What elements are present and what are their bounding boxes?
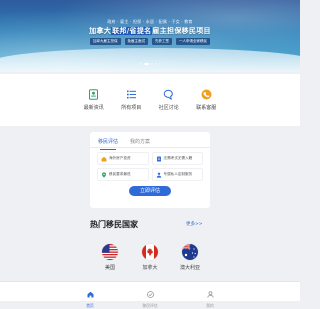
quick-link-label: 最新资讯 (83, 105, 104, 111)
chat-icon (163, 89, 174, 100)
banner-tag: 加拿大雇主担保 (90, 38, 121, 45)
carousel-dot[interactable] (154, 63, 157, 65)
quick-link-label: 联系客服 (196, 105, 217, 111)
banner-title-suffix: 雇主担保移民项目 (152, 27, 211, 35)
evaluation-option[interactable]: 移民要求最低 (97, 168, 149, 181)
country-item-canada[interactable]: 加拿大 (138, 244, 162, 271)
banner-title-prefix: 加拿大 (89, 27, 112, 35)
canada-flag-icon (142, 244, 158, 260)
quick-link-projects[interactable]: 所有项目 (113, 74, 149, 126)
quick-link-label: 社区讨论 (158, 105, 179, 111)
quick-links: 最新资讯 所有项目 社区讨论 联系客服 (0, 74, 300, 126)
nav-label: 移民评估 (142, 303, 158, 308)
banner-tag: 先获工签 (152, 38, 172, 45)
country-list: 美国 加拿大 澳大利亚 (90, 244, 210, 271)
evaluation-option[interactable]: 海外房产投资 (97, 152, 149, 165)
nav-label: 首页 (86, 303, 94, 308)
nav-item-assessment[interactable]: 移民评估 (136, 282, 164, 308)
evaluation-option-label: 无需考试无需入籍 (163, 156, 193, 160)
tab-evaluation[interactable]: 移民评估 (98, 138, 118, 150)
evaluation-option[interactable]: 无需考试无需入籍 (151, 152, 203, 165)
doc-icon (156, 156, 161, 161)
evaluate-now-button[interactable]: 立即评估 (129, 186, 171, 196)
nav-item-home[interactable]: 首页 (76, 282, 104, 308)
assessment-icon (146, 291, 154, 298)
quick-link-service[interactable]: 联系客服 (188, 74, 224, 126)
evaluation-options: 海外房产投资 无需考试无需入籍 移民要求最低 专属私人定制服务 (90, 148, 210, 181)
evaluation-card: 移民评估 我的方案 海外房产投资 无需考试无需入籍 移民要求最低 专属私人定制服… (90, 132, 210, 208)
country-name: 美国 (104, 265, 115, 271)
evaluation-option-label: 海外房产投资 (109, 156, 131, 160)
evaluation-tabs: 移民评估 我的方案 (90, 132, 210, 150)
pin-icon (102, 171, 106, 178)
evaluation-option-label: 专属私人定制服务 (163, 172, 193, 176)
banner-tags: 加拿大雇主担保 免雇主面试 先获工签 一人申请全家移民 (0, 38, 300, 45)
australia-flag-icon (182, 244, 198, 260)
country-item-australia[interactable]: 澳大利亚 (178, 244, 202, 271)
evaluation-option-label: 移民要求最低 (109, 172, 131, 176)
carousel-dot[interactable] (150, 63, 153, 65)
person-icon (156, 172, 161, 178)
carousel-dot-active[interactable] (143, 63, 149, 65)
country-item-us[interactable]: 美国 (98, 244, 122, 271)
quick-link-news[interactable]: 最新资讯 (76, 74, 112, 126)
banner-subtitle: 政府 · 雇主 · 担保 · 永居 · 配偶 · 子女 · 教育 (107, 19, 193, 24)
tab-my-plan[interactable]: 我的方案 (130, 138, 150, 147)
banner-title: 加拿大联邦/省提名雇主担保移民项目 (0, 26, 300, 36)
nav-item-me[interactable]: 我的 (196, 282, 224, 308)
carousel-dot[interactable] (158, 63, 161, 65)
us-flag-icon (102, 244, 118, 260)
banner-carousel[interactable]: 政府 · 雇主 · 担保 · 永居 · 配偶 · 子女 · 教育 加拿大联邦/省… (0, 0, 300, 72)
country-name: 加拿大 (142, 265, 158, 271)
user-icon (206, 291, 214, 298)
house-icon (101, 156, 107, 161)
more-link[interactable]: 更多>> (186, 221, 203, 227)
phone-icon (201, 89, 212, 100)
quick-link-label: 所有项目 (121, 105, 142, 111)
bottom-nav: 首页 移民评估 我的 (0, 281, 300, 308)
banner-tag: 免雇主面试 (124, 38, 148, 45)
banner-iceberg (0, 48, 300, 72)
home-icon (87, 291, 93, 298)
banner-title-highlight: 联邦/省提名 (111, 27, 153, 35)
evaluation-option[interactable]: 专属私人定制服务 (151, 168, 203, 181)
nav-label: 我的 (206, 303, 214, 308)
news-icon (88, 89, 99, 100)
carousel-indicator (0, 63, 300, 65)
hot-countries-title: 热门移民国家 (90, 220, 138, 229)
quick-link-community[interactable]: 社区讨论 (151, 74, 187, 126)
carousel-dot[interactable] (139, 63, 142, 65)
banner-tag: 一人申请全家移民 (176, 38, 210, 45)
country-name: 澳大利亚 (179, 265, 200, 271)
list-icon (126, 89, 137, 100)
